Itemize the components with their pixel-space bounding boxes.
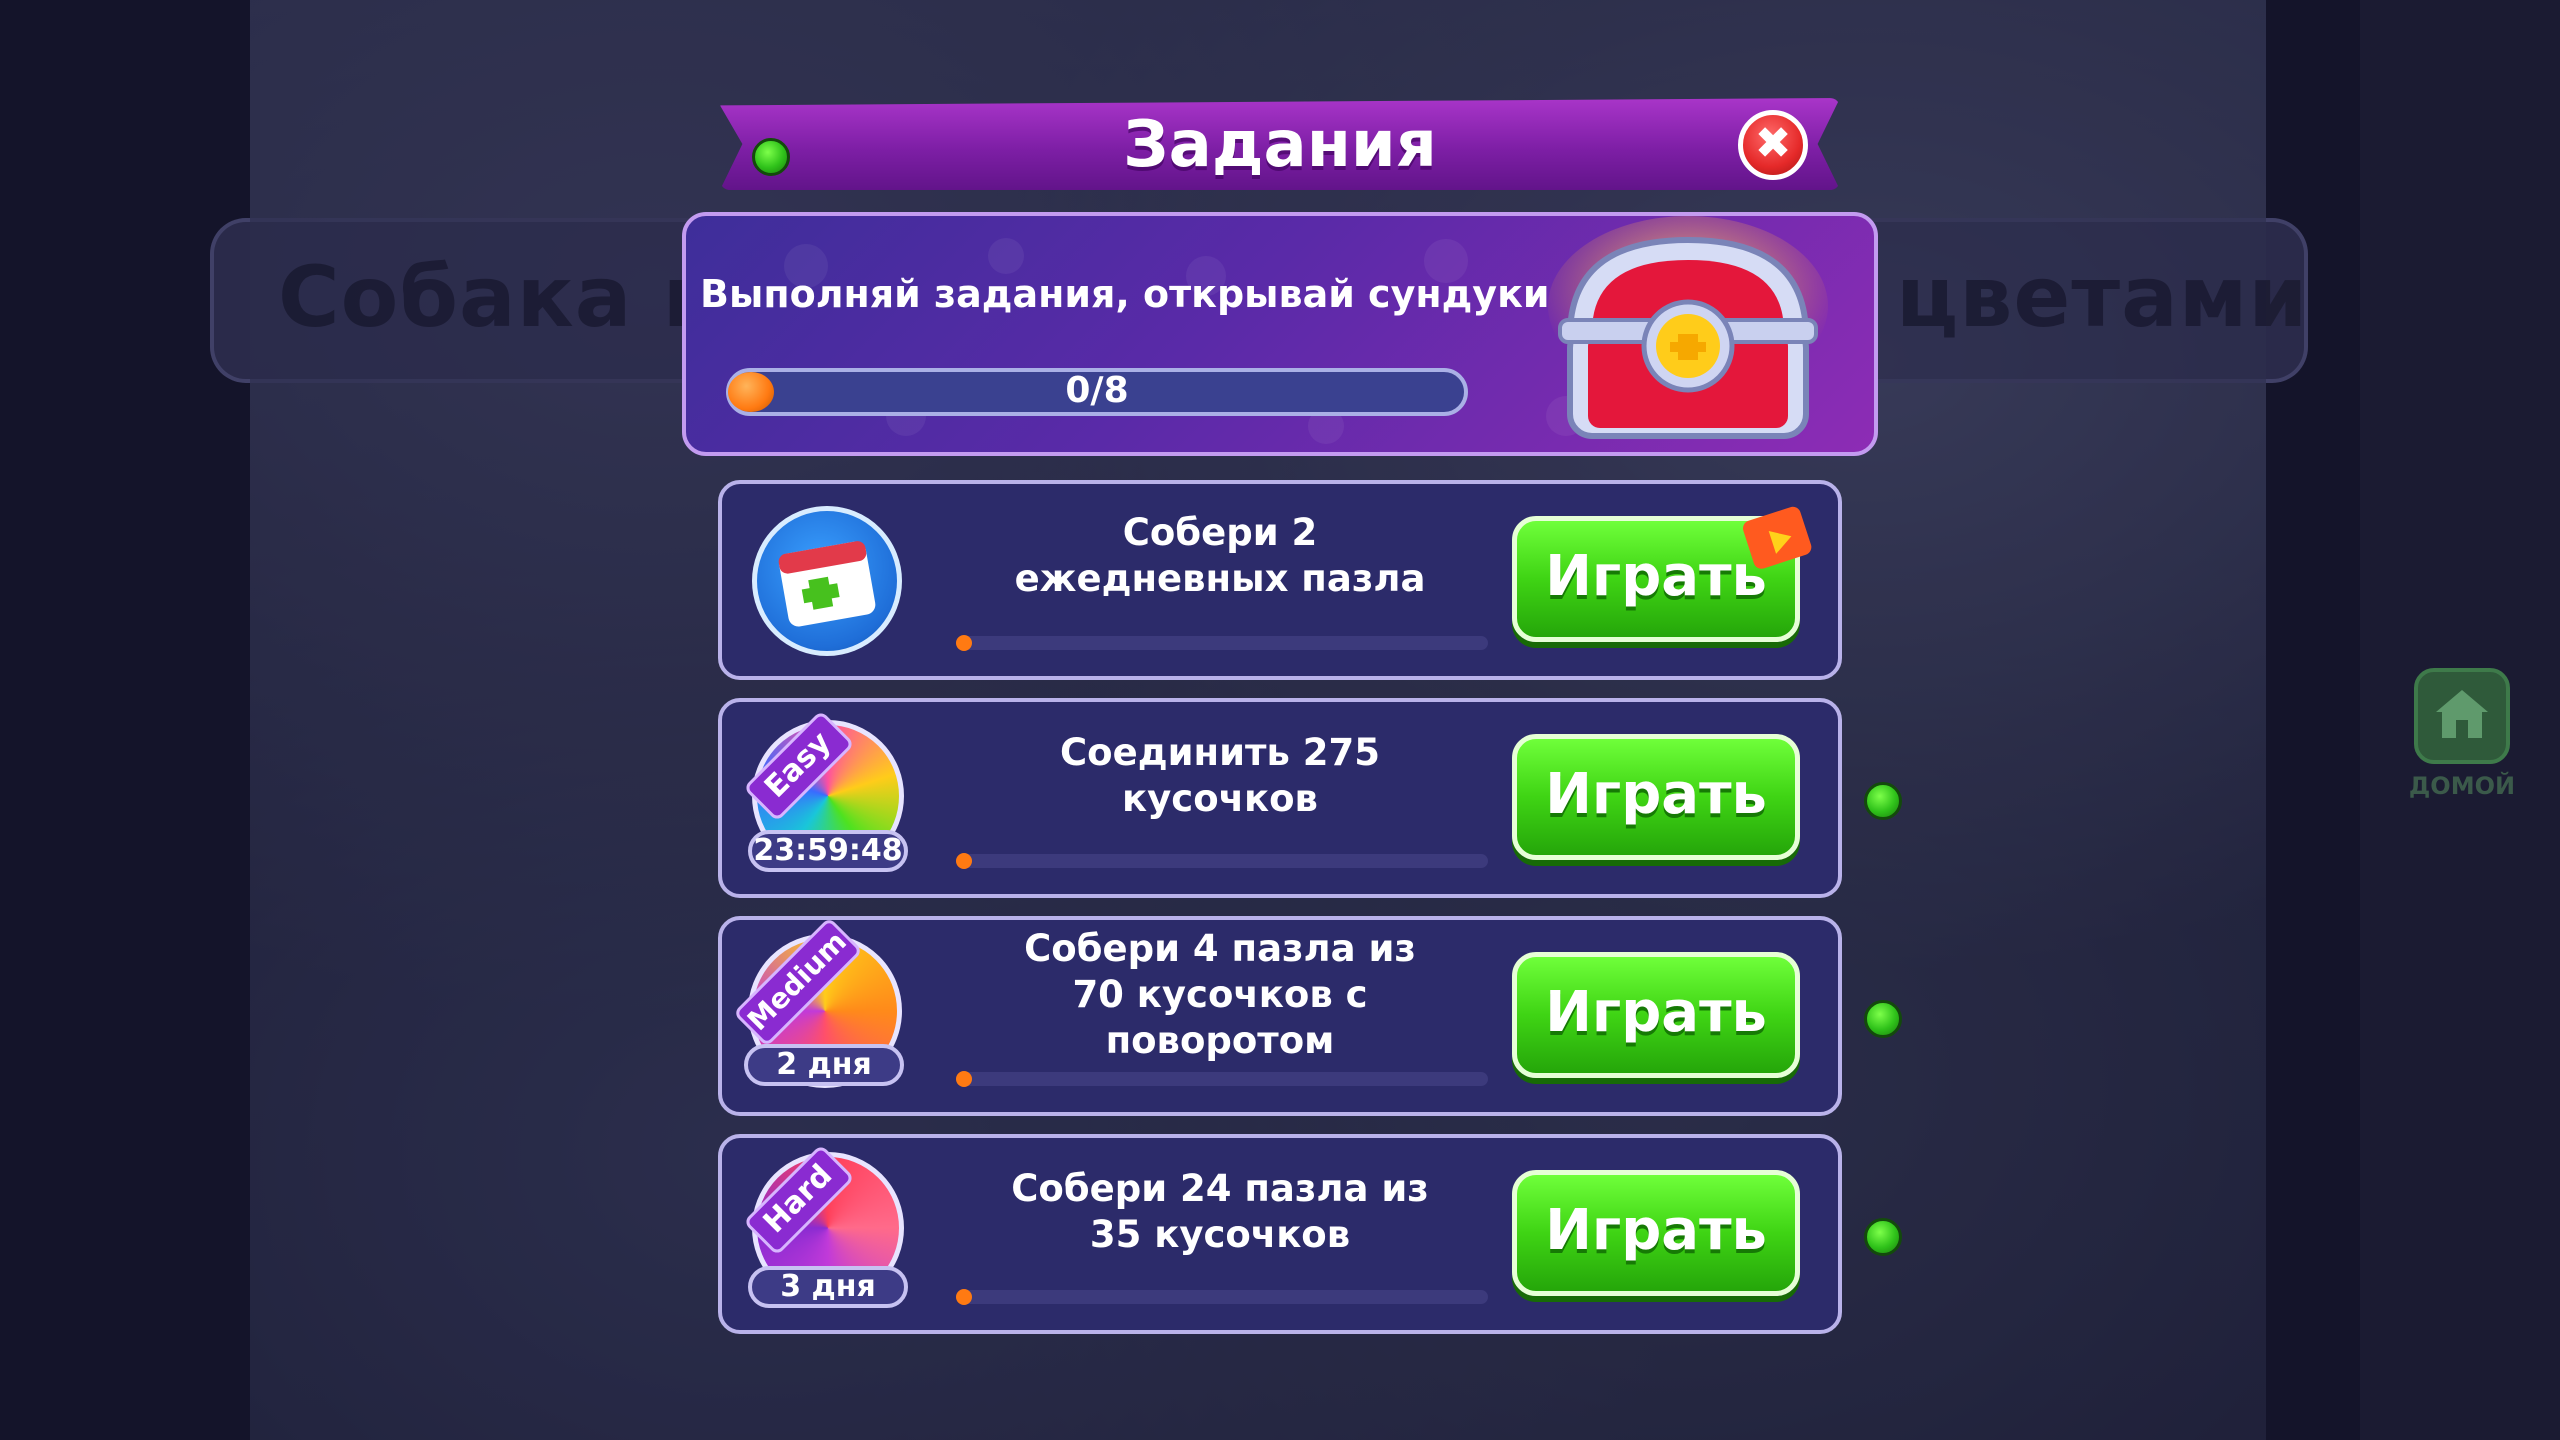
quest-progress-bar [956,1072,1488,1086]
home-label: ДОМОЙ [2408,772,2516,800]
quest-progress-dot [956,1289,972,1305]
play-button[interactable]: Играть [1512,1170,1800,1296]
play-button[interactable]: Играть [1512,734,1800,860]
notification-dot [1864,1000,1902,1038]
quest-progress-dot [956,635,972,651]
play-button[interactable]: Играть [1512,952,1800,1078]
quest-title: Собери 2 ежедневных пазла [950,510,1490,602]
quest-title-line: ежедневных пазла [1014,557,1426,600]
promo-text: Выполняй задания, открывай сундуки [700,272,1550,316]
video-ad-icon [1742,506,1812,569]
daily-calendar-icon [752,506,902,656]
timer-badge: 23:59:48 [748,830,908,872]
chest-icon [1548,216,1828,439]
quest-title-line: Собери 2 [1122,511,1318,554]
quest-title: Соединить 275 кусочков [950,730,1490,822]
quest-progress-bar [956,854,1488,868]
close-button[interactable]: ✖ [1738,110,1808,180]
close-icon: ✖ [1754,118,1792,169]
quest-title-line: 35 кусочков [1089,1213,1351,1256]
quest-title-line: 70 кусочков с [1072,973,1368,1016]
quest-progress-dot [956,1071,972,1087]
quest-progress-bar [956,1290,1488,1304]
time-remaining-badge: 3 дня [748,1266,908,1308]
quest-title: Собери 4 пазла из 70 кусочков с поворото… [950,926,1490,1064]
notification-dot [1864,1218,1902,1256]
calendar-glyph [778,541,876,627]
promo-progress-label: 0/8 [1065,370,1129,411]
quest-title-line: Соединить 275 [1060,731,1380,774]
home-button[interactable] [2414,668,2510,764]
page-title: Задания [1123,108,1437,182]
quest-title-line: Собери 24 пазла из [1011,1167,1429,1210]
quest-title: Собери 24 пазла из 35 кусочков [950,1166,1490,1258]
quest-title-line: поворотом [1105,1019,1335,1062]
quest-progress-dot [956,853,972,869]
time-remaining-badge: 2 дня [744,1044,904,1086]
notification-dot [1864,782,1902,820]
quest-title-line: кусочков [1122,777,1318,820]
home-icon [2436,690,2488,738]
quest-title-line: Собери 4 пазла из [1024,927,1416,970]
quest-progress-bar [956,636,1488,650]
chest-promo-panel [682,212,1878,456]
